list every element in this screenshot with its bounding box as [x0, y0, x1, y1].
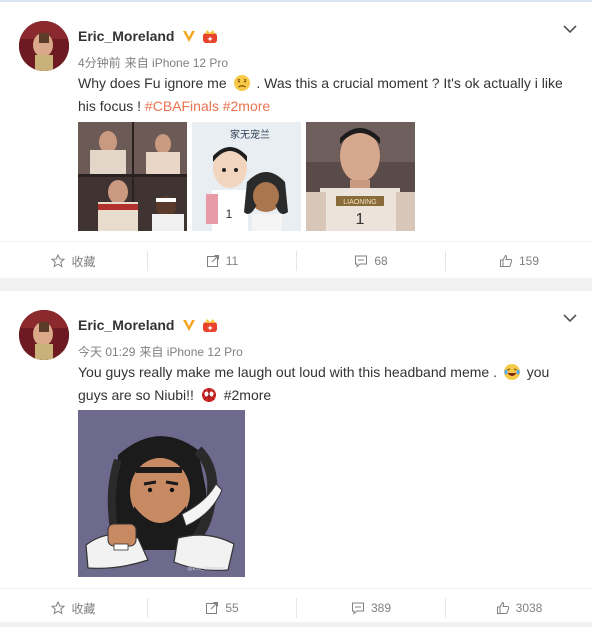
repost-count: 55: [225, 601, 239, 615]
comment-count: 389: [370, 601, 392, 615]
laughing-face-emoji-icon: [503, 364, 520, 380]
post-text: Why does Fu ignore me . Was this a cruci…: [78, 72, 572, 118]
post-source: 来自 iPhone 12 Pro: [139, 345, 243, 359]
post-source: 来自 iPhone 12 Pro: [124, 56, 229, 70]
star-icon: [51, 601, 66, 615]
favorite-button[interactable]: 收藏: [0, 242, 147, 280]
repost-count: 11: [225, 254, 239, 268]
post-text-part: Why does Fu ignore me: [78, 75, 227, 91]
repost-icon: [206, 602, 219, 614]
author-name[interactable]: Eric_Moreland ✦: [78, 28, 218, 44]
author-name[interactable]: Eric_Moreland ✦: [78, 317, 218, 333]
image-watermark: @Eric_Moreland: [187, 566, 225, 572]
svg-text:1: 1: [226, 207, 233, 221]
comment-icon: [351, 602, 364, 615]
hashtag-link[interactable]: #CBAFinals: [145, 98, 219, 114]
svg-text:✦: ✦: [207, 36, 213, 44]
post-image[interactable]: [78, 122, 187, 231]
avatar[interactable]: [19, 310, 69, 360]
star-icon: [51, 254, 66, 268]
hashtag-link[interactable]: #2more: [224, 387, 271, 403]
thumbs-up-icon: [499, 254, 513, 267]
svg-text:1: 1: [356, 211, 365, 228]
post-meta: 今天 01:29 来自 iPhone 12 Pro: [78, 343, 247, 360]
favorite-label: 收藏: [71, 601, 96, 616]
post-text: You guys really make me laugh out loud w…: [78, 361, 572, 407]
verified-v-icon: [183, 320, 196, 331]
crown-badge-icon: ✦: [203, 30, 218, 44]
comment-button[interactable]: 389: [297, 589, 445, 627]
post-time[interactable]: 今天 01:29: [78, 345, 135, 359]
like-count: 159: [518, 254, 540, 268]
sad-face-emoji-icon: [233, 75, 250, 91]
repost-button[interactable]: 55: [148, 589, 296, 627]
action-bar: 收藏 11 68 159: [0, 241, 592, 280]
feed-gap: [0, 278, 592, 291]
thumbs-up-icon: [496, 601, 509, 614]
post-card-2: Eric_Moreland ✦ 今天 01:29 来自 iPhone 12 Pro…: [0, 291, 592, 622]
verified-v-icon: [183, 31, 196, 42]
like-button[interactable]: 159: [446, 242, 592, 280]
crown-badge-icon: ✦: [203, 319, 218, 333]
comment-button[interactable]: 68: [297, 242, 445, 280]
avatar[interactable]: [19, 21, 69, 71]
favorite-button[interactable]: 收藏: [0, 589, 147, 627]
favorite-label: 收藏: [71, 254, 96, 269]
post-image[interactable]: LIAONING 1: [306, 122, 415, 231]
like-button[interactable]: 3038: [446, 589, 592, 627]
hashtag-link[interactable]: #2more: [223, 98, 270, 114]
spider-emoji-icon: [201, 388, 216, 402]
post-image[interactable]: 家无宠兰 1: [192, 122, 301, 231]
chevron-down-icon[interactable]: [562, 21, 578, 37]
image-caption: 家无宠兰: [230, 128, 270, 141]
svg-text:✦: ✦: [207, 325, 213, 333]
post-image[interactable]: @Eric_Moreland: [78, 410, 245, 577]
post-time[interactable]: 4分钟前: [78, 56, 121, 70]
svg-text:LIAONING: LIAONING: [343, 199, 376, 206]
post-card-1: Eric_Moreland ✦ 4分钟前 来自 iPhone 12 Pro Why…: [0, 2, 592, 278]
action-bar: 收藏 55 389 3038: [0, 588, 592, 627]
post-meta: 4分钟前 来自 iPhone 12 Pro: [78, 54, 232, 71]
repost-button[interactable]: 11: [148, 242, 296, 280]
chevron-down-icon[interactable]: [562, 310, 578, 326]
repost-icon: [206, 255, 219, 267]
like-count: 3038: [515, 601, 543, 615]
comment-icon: [355, 255, 368, 268]
comment-count: 68: [374, 254, 388, 268]
post-text-part: You guys really make me laugh out loud w…: [78, 364, 497, 380]
